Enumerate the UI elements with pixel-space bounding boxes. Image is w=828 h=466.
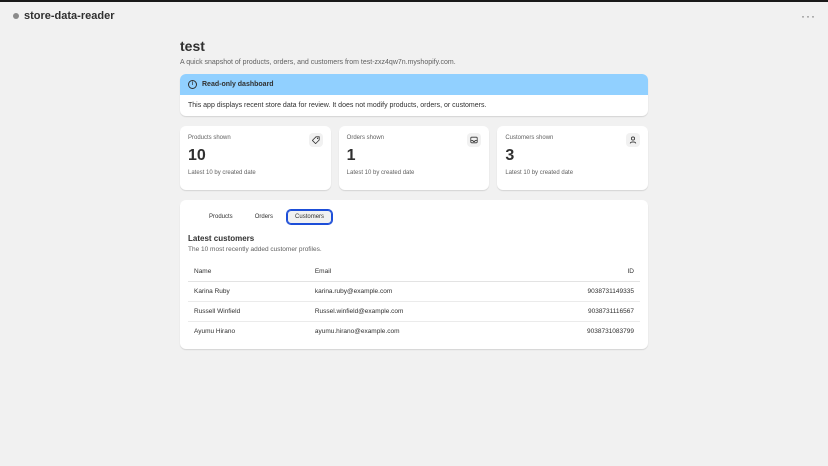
customer-email: karina.ruby@example.com <box>308 281 518 302</box>
table-row[interactable]: Ayumu Hirano ayumu.hirano@example.com 90… <box>188 322 640 342</box>
customer-id: 9038731083799 <box>587 328 634 335</box>
tab-customers[interactable]: Customers <box>286 209 334 225</box>
info-icon: i <box>188 80 197 89</box>
stats-row: Products shown 10 Latest 10 by created d… <box>180 126 649 190</box>
tab-bar: Products Orders Customers <box>200 209 640 225</box>
data-card: Products Orders Customers Latest custome… <box>180 200 648 349</box>
stat-card-customers: Customers shown 3 Latest 10 by created d… <box>497 126 649 190</box>
table-row[interactable]: Karina Ruby karina.ruby@example.com 9038… <box>188 281 640 302</box>
customers-table: Name Email ID Karina Ruby karina.ruby@ex… <box>188 261 640 341</box>
app-header: store-data-reader ··· <box>0 2 828 30</box>
stat-label: Customers shown <box>505 135 554 141</box>
column-header-name: Name <box>188 261 309 282</box>
tab-products[interactable]: Products <box>200 209 242 225</box>
app-icon <box>13 13 19 19</box>
tag-icon <box>308 133 323 147</box>
column-header-email: Email <box>308 261 518 282</box>
stat-value: 10 <box>188 147 206 164</box>
customer-id: 9038731116567 <box>517 301 640 322</box>
customer-name: Russell Winfield <box>188 301 309 322</box>
stat-card-orders: Orders shown 1 Latest 10 by created date <box>338 126 490 190</box>
banner-header: i Read-only dashboard <box>180 74 648 95</box>
tab-orders[interactable]: Orders <box>246 209 282 225</box>
section-subtitle: The 10 most recently added customer prof… <box>188 246 322 253</box>
stat-footnote: Latest 10 by created date <box>505 170 574 176</box>
table-header-row: Name Email ID <box>188 261 640 282</box>
section-title: Latest customers <box>188 234 255 243</box>
banner-body: This app displays recent store data for … <box>188 102 487 109</box>
table-row[interactable]: Russell Winfield Russel.winfield@example… <box>188 301 640 322</box>
person-icon <box>626 133 641 147</box>
column-header-id: ID <box>517 261 640 282</box>
main-content: test A quick snapshot of products, order… <box>180 38 649 349</box>
customer-name: Ayumu Hirano <box>194 328 236 335</box>
customer-name: Karina Ruby <box>188 281 309 302</box>
stat-card-products: Products shown 10 Latest 10 by created d… <box>180 126 331 190</box>
stat-value: 1 <box>346 147 356 164</box>
banner-title: Read-only dashboard <box>202 81 274 88</box>
stat-label: Products shown <box>188 135 231 141</box>
stat-footnote: Latest 10 by created date <box>346 170 415 176</box>
app-title: store-data-reader <box>24 10 115 22</box>
inbox-icon <box>467 133 482 147</box>
customer-email: ayumu.hirano@example.com <box>314 328 400 335</box>
app-identity: store-data-reader <box>13 10 114 22</box>
stat-footnote: Latest 10 by created date <box>188 170 256 176</box>
more-actions-button[interactable]: ··· <box>801 9 816 23</box>
stat-value: 3 <box>505 147 515 164</box>
info-banner: i Read-only dashboard This app displays … <box>180 74 648 116</box>
customer-id: 9038731149335 <box>517 281 640 302</box>
stat-label: Orders shown <box>346 135 385 141</box>
page-title: test <box>180 38 205 54</box>
page-subtitle: A quick snapshot of products, orders, an… <box>180 59 456 66</box>
customer-email: Russel.winfield@example.com <box>308 301 518 322</box>
